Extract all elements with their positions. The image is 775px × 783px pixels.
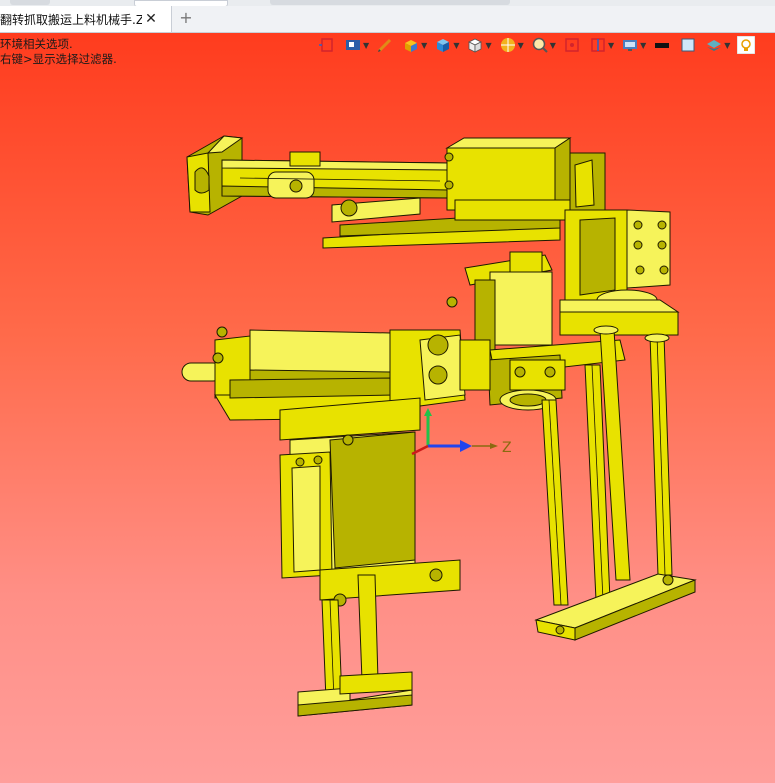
right-mount-plate [564, 209, 671, 311]
top-strip-control[interactable] [10, 0, 50, 5]
robot-arm-model[interactable]: .p { fill: #e8e200; stroke: #1e1a00; str… [0, 33, 775, 783]
close-icon[interactable]: ✕ [142, 11, 160, 27]
top-cylinder-rod [221, 151, 451, 199]
document-tab[interactable]: 翻转抓取搬运上料机械手.Z3 ✕ [0, 6, 172, 32]
axis-triad: Z [411, 408, 512, 456]
top-strip-control[interactable] [270, 0, 510, 5]
document-tab-bar: 翻转抓取搬运上料机械手.Z3 ✕ + [0, 6, 775, 33]
new-tab-button[interactable]: + [177, 8, 195, 27]
top-motor-block [444, 137, 606, 221]
document-tab-title: 翻转抓取搬运上料机械手.Z3 [0, 12, 142, 27]
3d-viewport[interactable]: 环境相关选项. 右键>显示选择过滤器. ▼▼▼▼▼▼▼▼▼ .p { fill:… [0, 33, 775, 783]
axis-z-label: Z [502, 440, 512, 456]
